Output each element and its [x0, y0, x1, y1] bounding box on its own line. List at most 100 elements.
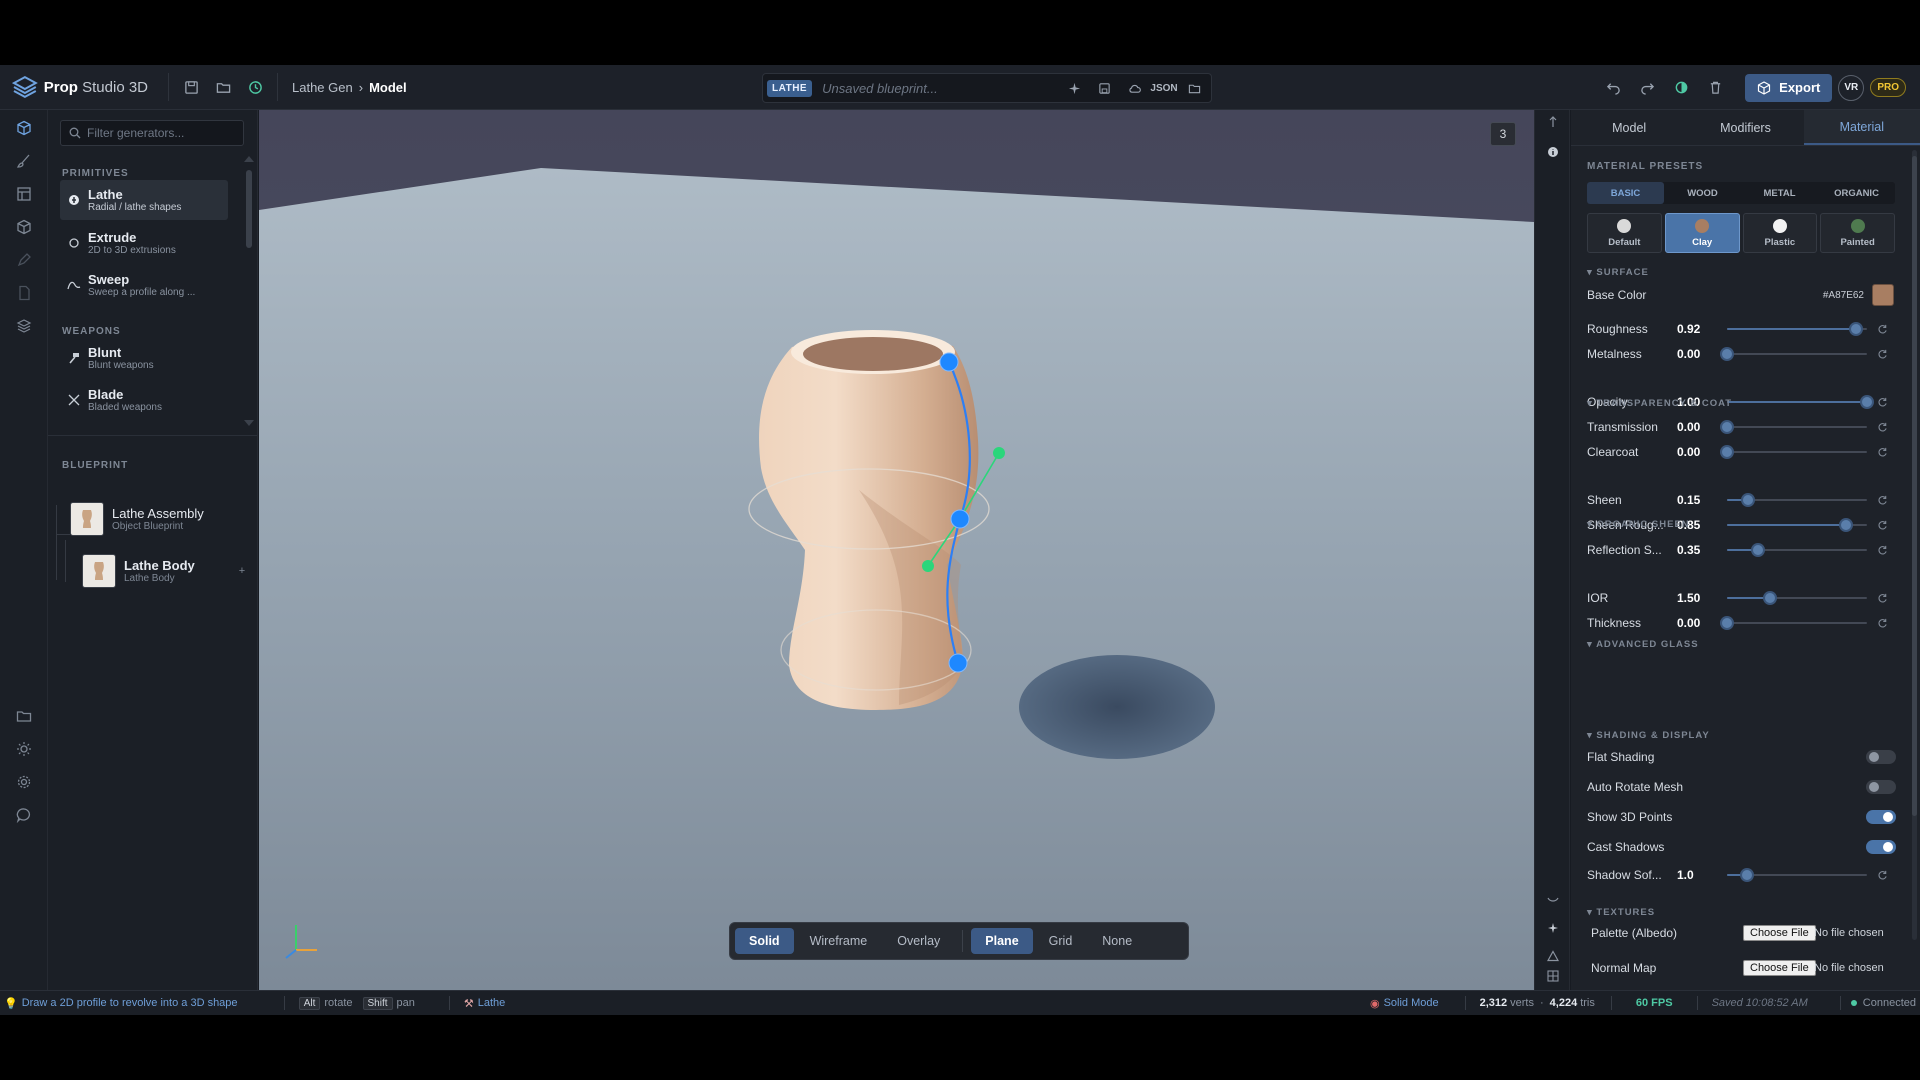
- slider[interactable]: [1720, 420, 1867, 434]
- folder-nav-icon[interactable]: [12, 704, 36, 728]
- scrollbar-thumb[interactable]: [1912, 156, 1917, 816]
- normal-choose-file-button[interactable]: Choose File: [1743, 960, 1816, 976]
- tab-modifiers[interactable]: Modifiers: [1687, 110, 1803, 145]
- triangle-tool-icon[interactable]: [1545, 948, 1561, 964]
- tab-model[interactable]: Model: [1571, 110, 1687, 145]
- pen-icon[interactable]: [12, 248, 36, 272]
- export-button[interactable]: Export: [1745, 73, 1833, 102]
- layers-icon[interactable]: [12, 314, 36, 338]
- transparency-section-heading[interactable]: ▾ TRANSPARENCY & COAT: [1587, 398, 1732, 409]
- 3d-viewport[interactable]: 3 Solid Wireframe Overlay Plane Grid Non…: [259, 110, 1534, 990]
- preset-category-metal[interactable]: METAL: [1741, 182, 1818, 204]
- glass-section-heading[interactable]: ▾ ADVANCED GLASS: [1587, 639, 1699, 650]
- reset-icon[interactable]: [1877, 617, 1889, 629]
- cloud-icon[interactable]: [1121, 76, 1147, 100]
- generator-lathe[interactable]: Lathe Radial / lathe shapes: [60, 180, 228, 220]
- cube-nav-icon[interactable]: [12, 116, 36, 140]
- properties-scrollbar[interactable]: [1912, 150, 1917, 940]
- sparkle-tool-icon[interactable]: [1545, 920, 1561, 936]
- preset-default[interactable]: Default: [1587, 213, 1662, 253]
- preset-category-organic[interactable]: ORGANIC: [1818, 182, 1895, 204]
- render-mode-solid[interactable]: Solid: [735, 928, 794, 954]
- app-logo[interactable]: Prop Studio 3D: [12, 74, 148, 100]
- preset-category-wood[interactable]: WOOD: [1664, 182, 1741, 204]
- history-clock-icon[interactable]: [241, 73, 269, 101]
- slider-value[interactable]: 1.0: [1677, 868, 1727, 882]
- slider[interactable]: [1727, 543, 1867, 557]
- slider-knob[interactable]: [1848, 322, 1863, 336]
- filter-generators-input[interactable]: [87, 126, 237, 140]
- control-point[interactable]: [948, 653, 968, 673]
- slider-knob[interactable]: [1720, 616, 1734, 630]
- slider-value[interactable]: 0.35: [1677, 543, 1727, 557]
- preset-plastic[interactable]: Plastic: [1742, 213, 1818, 253]
- slider[interactable]: [1727, 518, 1867, 532]
- slider-knob[interactable]: [1739, 868, 1754, 882]
- reset-icon[interactable]: [1877, 519, 1889, 531]
- slider-knob[interactable]: [1741, 493, 1755, 507]
- slider-knob[interactable]: [1720, 420, 1734, 434]
- reset-icon[interactable]: [1877, 323, 1889, 335]
- blueprint-name[interactable]: Unsaved blueprint...: [822, 81, 1061, 96]
- slider-knob[interactable]: [1720, 347, 1734, 361]
- folder-icon[interactable]: [209, 73, 237, 101]
- albedo-choose-file-button[interactable]: Choose File: [1743, 925, 1816, 941]
- slider-knob[interactable]: [1763, 591, 1778, 605]
- preset-category-basic[interactable]: BASIC: [1587, 182, 1664, 204]
- reset-icon[interactable]: [1877, 869, 1889, 881]
- preset-clay[interactable]: Clay: [1664, 213, 1740, 253]
- scene-canvas[interactable]: [259, 110, 1534, 990]
- add-child-button[interactable]: +: [239, 565, 245, 577]
- reset-icon[interactable]: [1877, 494, 1889, 506]
- scroll-down-arrow-icon[interactable]: [244, 420, 254, 426]
- blueprint-item-lathe-body[interactable]: Lathe Body Lathe Body +: [82, 554, 245, 588]
- ground-mode-none[interactable]: None: [1088, 928, 1146, 954]
- redo-icon[interactable]: [1633, 74, 1661, 102]
- slider[interactable]: [1727, 395, 1874, 409]
- slider[interactable]: [1720, 347, 1867, 361]
- reset-icon[interactable]: [1877, 421, 1889, 433]
- settings-gear-icon[interactable]: [12, 770, 36, 794]
- generator-sweep[interactable]: Sweep Sweep a profile along ...: [60, 265, 228, 305]
- save-icon[interactable]: [177, 73, 205, 101]
- reset-icon[interactable]: [1877, 348, 1889, 360]
- generator-extrude[interactable]: Extrude 2D to 3D extrusions: [60, 223, 228, 263]
- slider-knob[interactable]: [1720, 445, 1734, 459]
- box-icon[interactable]: [12, 215, 36, 239]
- reset-icon[interactable]: [1877, 544, 1889, 556]
- breadcrumb-parent[interactable]: Lathe Gen: [292, 80, 353, 95]
- control-point[interactable]: [939, 352, 959, 372]
- generator-scrollbar[interactable]: [246, 170, 252, 248]
- render-mode-overlay[interactable]: Overlay: [883, 928, 954, 954]
- control-point[interactable]: [950, 509, 970, 529]
- view-number-badge[interactable]: 3: [1490, 122, 1516, 146]
- preset-painted[interactable]: Painted: [1820, 213, 1895, 253]
- ground-mode-plane[interactable]: Plane: [971, 928, 1033, 954]
- slider[interactable]: [1720, 445, 1867, 459]
- save-blueprint-icon[interactable]: [1091, 76, 1117, 100]
- curve-tool-icon[interactable]: [1545, 892, 1561, 908]
- slider[interactable]: [1727, 591, 1867, 605]
- cast-shadows-toggle[interactable]: [1866, 840, 1896, 854]
- slider-knob[interactable]: [1839, 518, 1853, 532]
- sheen-section-heading[interactable]: ▾ ORGANIC SHEEN: [1587, 519, 1690, 530]
- slider-knob[interactable]: [1750, 543, 1765, 557]
- sparkle-icon[interactable]: [1061, 76, 1087, 100]
- sun-icon[interactable]: [12, 737, 36, 761]
- layout-icon[interactable]: [12, 182, 36, 206]
- shading-section-heading[interactable]: ▾ SHADING & DISPLAY: [1587, 730, 1710, 741]
- show-3d-points-toggle[interactable]: [1866, 810, 1896, 824]
- surface-section-heading[interactable]: ▾ SURFACE: [1587, 267, 1649, 278]
- slider[interactable]: [1720, 616, 1867, 630]
- slider[interactable]: [1727, 868, 1867, 882]
- blueprint-item-lathe-assembly[interactable]: Lathe Assembly Object Blueprint: [70, 502, 204, 536]
- trash-icon[interactable]: [1701, 74, 1729, 102]
- open-folder-icon[interactable]: [1181, 76, 1207, 100]
- render-mode-wireframe[interactable]: Wireframe: [796, 928, 882, 954]
- slider-value[interactable]: 1.50: [1677, 591, 1727, 605]
- reset-icon[interactable]: [1877, 396, 1889, 408]
- ground-mode-grid[interactable]: Grid: [1035, 928, 1087, 954]
- scroll-up-arrow-icon[interactable]: [244, 156, 254, 162]
- tangent-handle-point[interactable]: [993, 447, 1005, 459]
- document-icon[interactable]: [12, 281, 36, 305]
